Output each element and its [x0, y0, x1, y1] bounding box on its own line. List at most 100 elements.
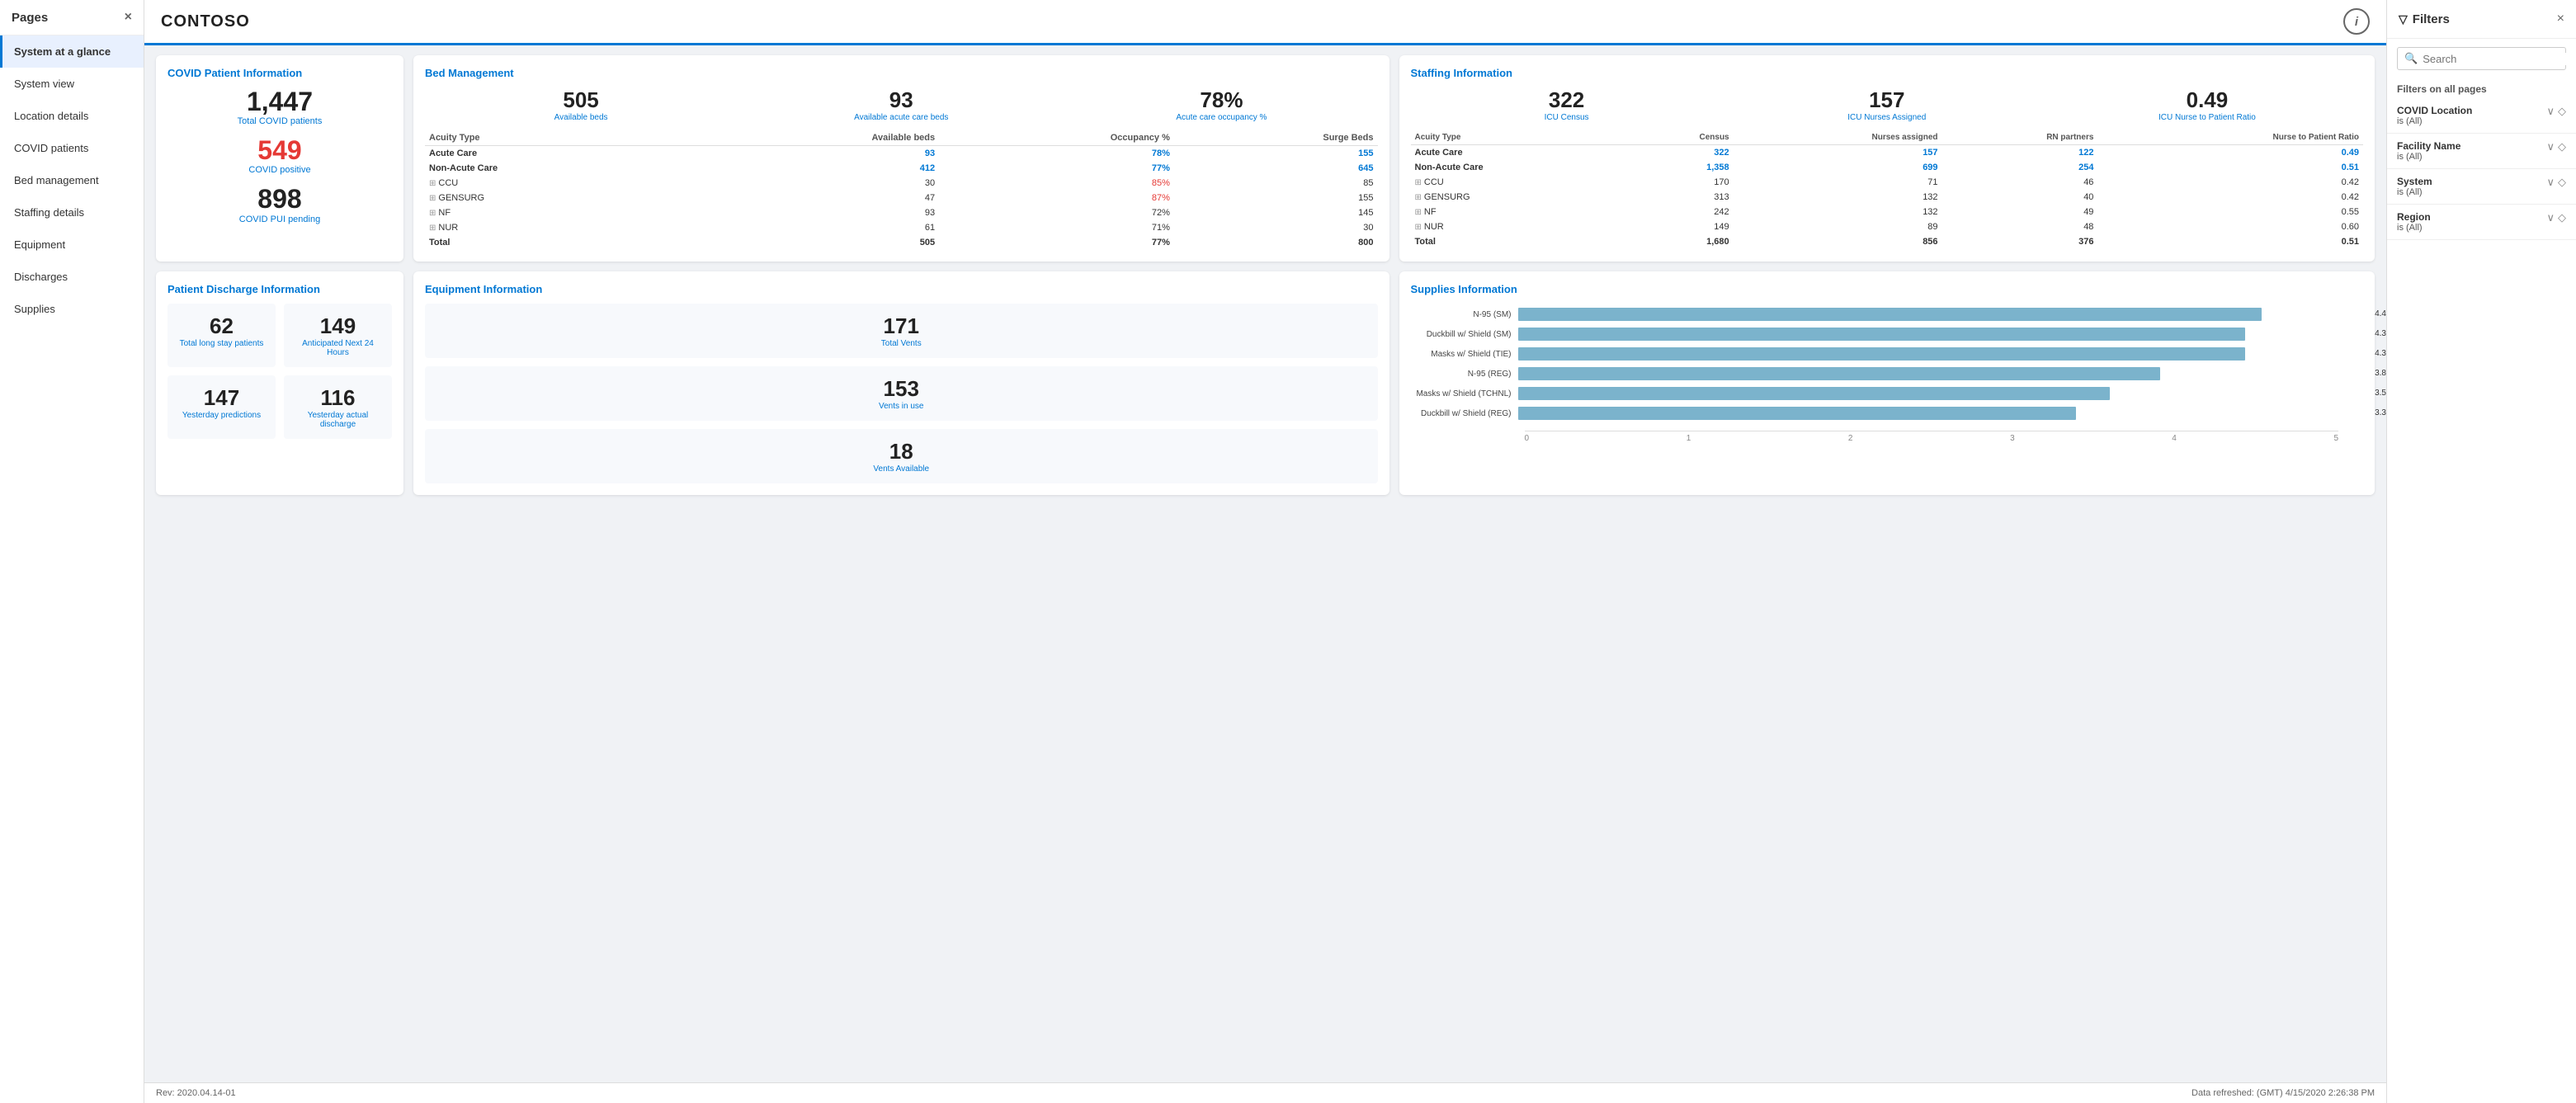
bed-total-row: Total 505 77% 800: [425, 235, 1378, 250]
footer-refresh: Data refreshed: (GMT) 4/15/2020 2:26:38 …: [2191, 1088, 2375, 1098]
filter-item: Facility Name is (All) ∨ ◇: [2387, 134, 2576, 169]
filter-value: is (All): [2397, 152, 2546, 162]
dashboard-grid: COVID Patient Information 1,447 Total CO…: [156, 55, 2375, 495]
filter-expand-icon[interactable]: ∨: [2546, 176, 2555, 189]
sidebar-close-icon[interactable]: ×: [125, 10, 132, 25]
discharge-card-title: Patient Discharge Information: [167, 283, 392, 295]
sidebar-item-covid-patients[interactable]: COVID patients: [0, 132, 144, 164]
filter-expand-icon[interactable]: ∨: [2546, 140, 2555, 153]
bed-card: Bed Management 505 Available beds 93 Ava…: [413, 55, 1389, 262]
filter-expand-icon[interactable]: ∨: [2546, 105, 2555, 118]
supplies-bar-label: Duckbill w/ Shield (SM): [1411, 330, 1518, 339]
staff-table-row: ⊞CCU 170 71 46 0.42: [1411, 175, 2364, 190]
sidebar-item-system-view[interactable]: System view: [0, 68, 144, 100]
bed-col-header: Occupancy %: [939, 130, 1174, 146]
staffing-card: Staffing Information 322 ICU Census 157 …: [1399, 55, 2375, 262]
axis-label: 3: [2010, 434, 2015, 443]
supplies-bar-container: 4.3: [1518, 347, 2364, 361]
covid-positive-number: 549: [167, 136, 392, 165]
staffing-table: Acuity TypeCensusNurses assignedRN partn…: [1411, 130, 2364, 249]
staff-table-row: ⊞NUR 149 89 48 0.60: [1411, 219, 2364, 234]
staffing-card-title: Staffing Information: [1411, 67, 2364, 79]
sidebar-item-bed-management[interactable]: Bed management: [0, 164, 144, 196]
sidebar-nav: System at a glanceSystem viewLocation de…: [0, 35, 144, 325]
filter-name: COVID Location: [2397, 105, 2546, 116]
app-title: CONTOSO: [161, 12, 250, 31]
supplies-bar-fill: [1518, 367, 2161, 380]
sidebar-item-equipment[interactable]: Equipment: [0, 229, 144, 261]
covid-positive-label: COVID positive: [167, 165, 392, 175]
bed-col-header: Acuity Type: [425, 130, 691, 146]
filter-value: is (All): [2397, 187, 2546, 197]
sidebar-item-system-at-a-glance[interactable]: System at a glance: [0, 35, 144, 68]
equipment-stats: 171 Total Vents 153 Vents in use 18 Vent…: [425, 304, 1378, 483]
sidebar-item-location-details[interactable]: Location details: [0, 100, 144, 132]
filters-list: COVID Location is (All) ∨ ◇ Facility Nam…: [2387, 98, 2576, 240]
staffing-top-stats: 322 ICU Census 157 ICU Nurses Assigned 0…: [1411, 87, 2364, 122]
equipment-stat: 18 Vents Available: [425, 429, 1378, 483]
bed-top-stats: 505 Available beds 93 Available acute ca…: [425, 87, 1378, 122]
filter-name: Region: [2397, 211, 2546, 223]
sidebar: Pages × System at a glanceSystem viewLoc…: [0, 0, 144, 1103]
filters-header: ▽ Filters ×: [2387, 0, 2576, 39]
axis-label: 5: [2333, 434, 2338, 443]
search-icon: 🔍: [2404, 52, 2418, 65]
sidebar-item-staffing-details[interactable]: Staffing details: [0, 196, 144, 229]
staffing-stat: 322 ICU Census: [1411, 87, 1723, 122]
filter-funnel-icon: ▽: [2399, 12, 2408, 26]
supplies-bar-value: 4.3: [2375, 347, 2386, 361]
bed-stat: 78% Acute care occupancy %: [1065, 87, 1377, 122]
bed-table-row: Acute Care 93 78% 155: [425, 146, 1378, 162]
bed-col-header: Available beds: [691, 130, 939, 146]
covid-pending-number: 898: [167, 185, 392, 214]
bed-card-title: Bed Management: [425, 67, 1378, 79]
sidebar-item-supplies[interactable]: Supplies: [0, 293, 144, 325]
filter-expand-icon[interactable]: ∨: [2546, 211, 2555, 224]
supplies-bar-fill: [1518, 407, 2076, 420]
sidebar-title: Pages: [12, 11, 48, 25]
filter-item: System is (All) ∨ ◇: [2387, 169, 2576, 205]
search-box[interactable]: 🔍: [2397, 47, 2566, 70]
supplies-bar-label: N-95 (SM): [1411, 310, 1518, 319]
supplies-bar-value: 4.4: [2375, 308, 2386, 321]
covid-positive-stat: 549 COVID positive: [167, 136, 392, 175]
covid-pending-stat: 898 COVID PUI pending: [167, 185, 392, 224]
supplies-card: Supplies Information N-95 (SM) 4.4 Duckb…: [1399, 271, 2375, 495]
supplies-bar-row: Masks w/ Shield (TIE) 4.3: [1411, 347, 2364, 361]
supplies-bar-value: 4.3: [2375, 328, 2386, 341]
supplies-bar-container: 3.8: [1518, 367, 2364, 380]
staff-table-row: Acute Care 322 157 122 0.49: [1411, 145, 2364, 161]
supplies-bar-label: Masks w/ Shield (TCHNL): [1411, 389, 1518, 398]
search-input[interactable]: [2423, 53, 2568, 65]
filter-clear-icon[interactable]: ◇: [2558, 105, 2566, 118]
footer: Rev: 2020.04.14-01 Data refreshed: (GMT)…: [144, 1082, 2386, 1103]
equipment-stat: 171 Total Vents: [425, 304, 1378, 358]
axis-label: 2: [1848, 434, 1853, 443]
supplies-bar-value: 3.3: [2375, 407, 2386, 420]
bed-stat: 505 Available beds: [425, 87, 737, 122]
filter-clear-icon[interactable]: ◇: [2558, 140, 2566, 153]
info-icon[interactable]: i: [2343, 8, 2370, 35]
filter-clear-icon[interactable]: ◇: [2558, 176, 2566, 189]
staff-col-header: RN partners: [1942, 130, 2098, 145]
supplies-bar-container: 3.5: [1518, 387, 2364, 400]
filter-value: is (All): [2397, 116, 2546, 126]
covid-card-title: COVID Patient Information: [167, 67, 392, 79]
filter-value: is (All): [2397, 223, 2546, 233]
bed-col-header: Surge Beds: [1174, 130, 1378, 146]
sidebar-item-discharges[interactable]: Discharges: [0, 261, 144, 293]
staffing-stat: 157 ICU Nurses Assigned: [1731, 87, 2043, 122]
filters-close-icon[interactable]: ×: [2557, 12, 2564, 26]
staff-col-header: Census: [1626, 130, 1734, 145]
staffing-stat: 0.49 ICU Nurse to Patient Ratio: [2051, 87, 2363, 122]
filter-clear-icon[interactable]: ◇: [2558, 211, 2566, 224]
bed-stat: 93 Available acute care beds: [745, 87, 1057, 122]
supplies-card-title: Supplies Information: [1411, 283, 2364, 295]
bed-table-row: ⊞GENSURG 47 87% 155: [425, 191, 1378, 205]
supplies-bar-fill: [1518, 328, 2245, 341]
discharge-stat: 147 Yesterday predictions: [167, 375, 276, 439]
supplies-bar-label: Duckbill w/ Shield (REG): [1411, 409, 1518, 418]
covid-total-label: Total COVID patients: [167, 116, 392, 126]
covid-total-number: 1,447: [167, 87, 392, 116]
bed-table-row: Non-Acute Care 412 77% 645: [425, 161, 1378, 176]
